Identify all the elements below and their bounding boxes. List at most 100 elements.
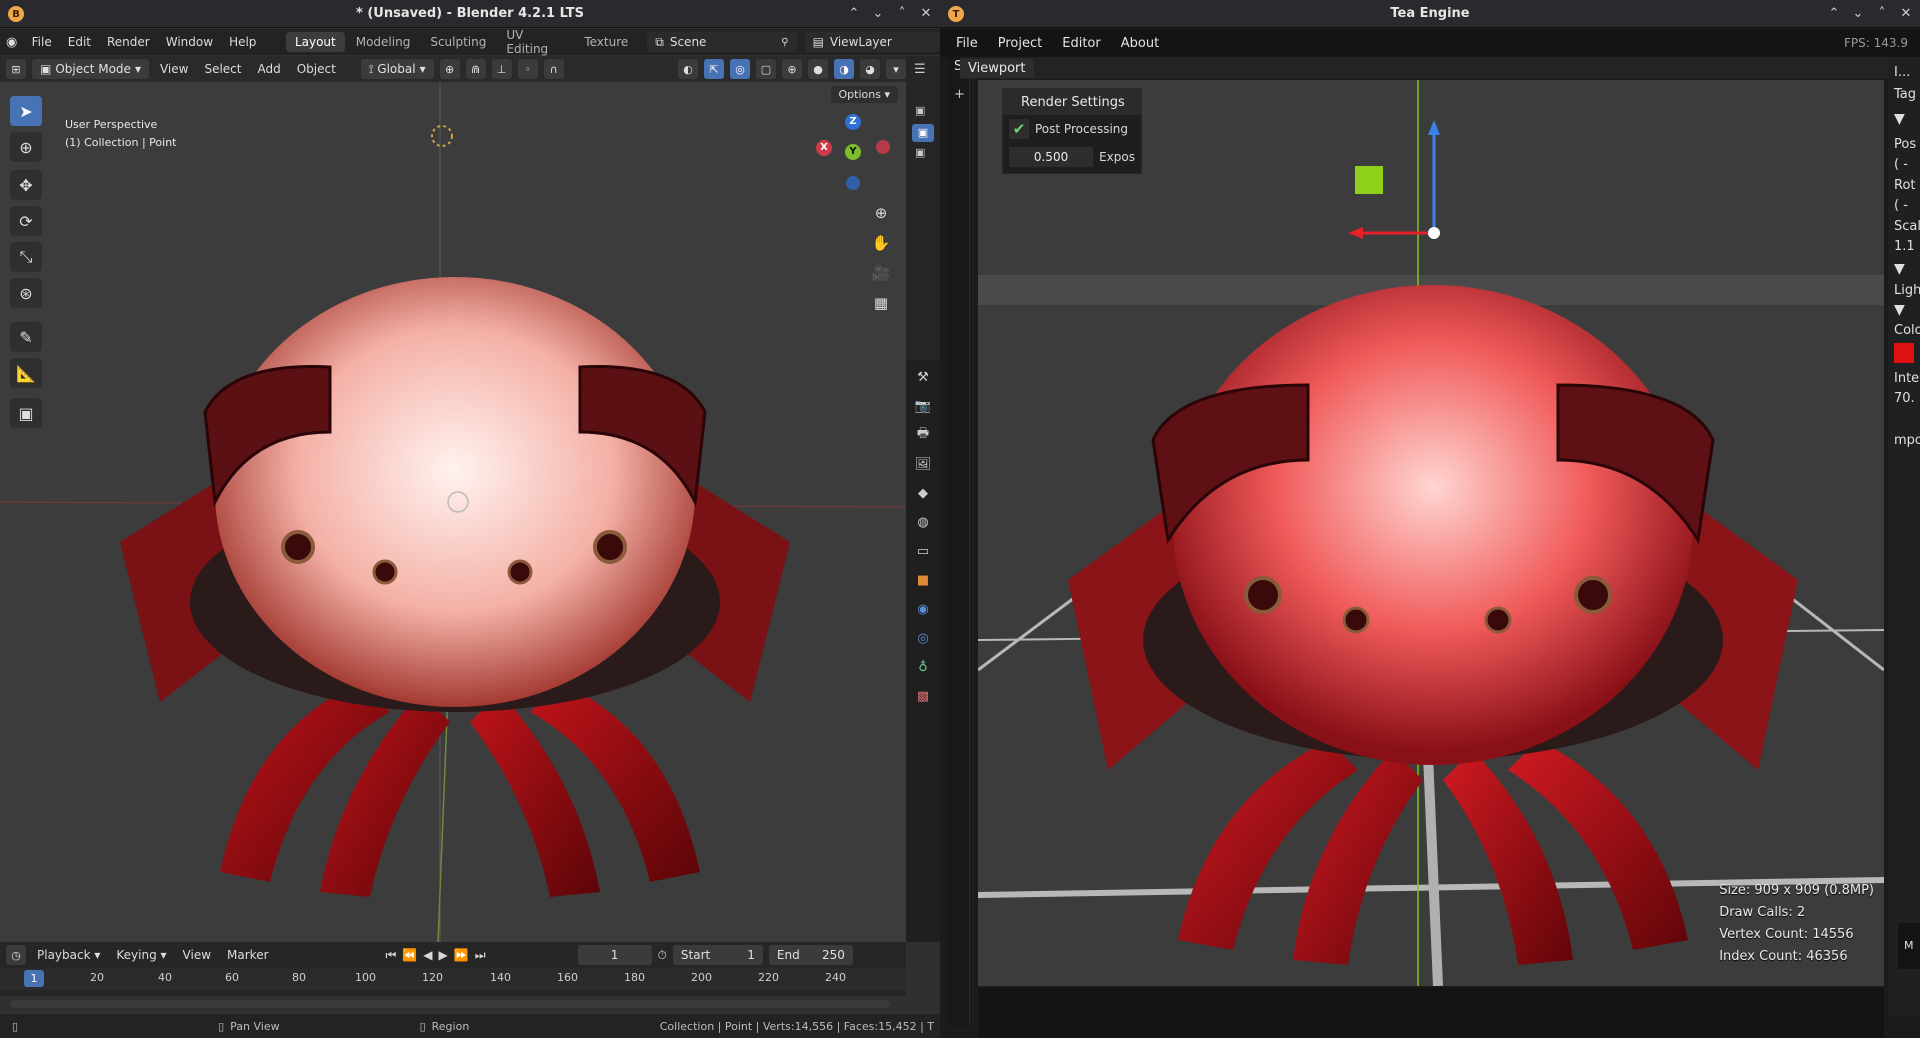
- exposure-input[interactable]: 0.500: [1009, 147, 1094, 167]
- intensity-value[interactable]: 70.: [1894, 391, 1915, 406]
- object-properties-icon[interactable]: ■: [912, 569, 934, 591]
- output-properties-icon[interactable]: 🖶: [912, 424, 934, 446]
- workspace-tab-texture[interactable]: Texture: [575, 32, 637, 52]
- tea-menu-about[interactable]: About: [1113, 33, 1167, 54]
- stopwatch-icon[interactable]: ⏱: [658, 948, 667, 963]
- camera-icon[interactable]: ▣: [915, 104, 925, 117]
- snap-icon[interactable]: ⋒: [465, 59, 486, 79]
- header-menu-object[interactable]: Object: [292, 60, 341, 78]
- light-color-swatch[interactable]: [1894, 343, 1914, 363]
- rendered-shading-icon[interactable]: ◕: [860, 59, 880, 79]
- start-frame-field[interactable]: Start 1: [672, 945, 763, 965]
- minimize-icon[interactable]: ⌄: [1850, 4, 1866, 22]
- snap-target-icon[interactable]: ⊥: [491, 59, 512, 79]
- close-icon[interactable]: ✕: [1898, 4, 1914, 22]
- jump-start-icon[interactable]: ⏮: [386, 948, 397, 963]
- camera-active-icon[interactable]: ▣: [912, 124, 934, 142]
- keep-above-icon[interactable]: ⌃: [1826, 4, 1842, 22]
- tool-add-cube[interactable]: ▣: [10, 398, 42, 428]
- position-value[interactable]: ( -: [1894, 157, 1908, 172]
- visibility-icon[interactable]: ◐: [678, 59, 698, 79]
- gizmo-toggle-icon[interactable]: ⇱: [704, 59, 724, 79]
- post-processing-checkbox[interactable]: ✔: [1009, 119, 1029, 139]
- next-key-icon[interactable]: ⏩: [454, 948, 469, 962]
- camera-icon[interactable]: ▣: [915, 146, 925, 159]
- world-properties-icon[interactable]: ◍: [912, 511, 934, 533]
- render-properties-icon[interactable]: 📷: [912, 395, 934, 417]
- minimize-icon[interactable]: ⌄: [870, 4, 886, 22]
- blender-menu-logo-icon[interactable]: ◉: [6, 35, 23, 50]
- xray-icon[interactable]: ▢: [756, 59, 776, 79]
- zoom-icon[interactable]: ⊕: [868, 200, 894, 226]
- tool-move[interactable]: ✥: [10, 170, 42, 200]
- workspace-tab-uv-editing[interactable]: UV Editing: [497, 25, 573, 59]
- options-dropdown[interactable]: Options ▾: [830, 86, 898, 103]
- tea-menu-project[interactable]: Project: [990, 33, 1050, 54]
- solid-shading-icon[interactable]: ●: [808, 59, 828, 79]
- view-layer-selector[interactable]: ▤ ViewLayer: [804, 32, 940, 52]
- timeline-menu-keying[interactable]: Keying ▾: [111, 946, 171, 964]
- tab-viewport[interactable]: Viewport: [960, 58, 1034, 78]
- workspace-tab-modeling[interactable]: Modeling: [347, 32, 420, 52]
- tea-viewport[interactable]: Render Settings ✔ Post Processing 0.500 …: [978, 80, 1884, 986]
- timeline-editor-icon[interactable]: ◷: [6, 945, 26, 965]
- current-frame-field[interactable]: 1: [577, 945, 652, 965]
- gizmo-neg-x[interactable]: [876, 140, 890, 154]
- tool-select-box[interactable]: ➤: [10, 96, 42, 126]
- modifier-properties-icon[interactable]: ◉: [912, 598, 934, 620]
- ortho-grid-icon[interactable]: ▦: [868, 290, 894, 316]
- workspace-tab-layout[interactable]: Layout: [285, 32, 345, 52]
- header-menu-select[interactable]: Select: [199, 60, 246, 78]
- texture-properties-icon[interactable]: ▩: [912, 685, 934, 707]
- maximize-icon[interactable]: ˄: [894, 4, 910, 22]
- editor-type-icon[interactable]: ⊞: [6, 59, 26, 79]
- menu-help[interactable]: Help: [222, 32, 263, 52]
- maximize-icon[interactable]: ˄: [1874, 4, 1890, 22]
- blender-3d-viewport[interactable]: ➤ ⊕ ✥ ⟳ ⤡ ⊛ ✎ 📐 ▣ User Perspective (1) C…: [0, 82, 906, 942]
- tool-annotate[interactable]: ✎: [10, 322, 42, 352]
- menu-render[interactable]: Render: [100, 32, 157, 52]
- collapse-arrow-icon[interactable]: ▼: [1894, 261, 1905, 277]
- mini-panel-button[interactable]: M: [1898, 923, 1920, 969]
- tea-menu-file[interactable]: File: [948, 33, 986, 54]
- end-frame-field[interactable]: End 250: [768, 945, 853, 965]
- orientation-dropdown[interactable]: ⟟ Global ▾: [360, 59, 434, 79]
- rotation-value[interactable]: ( -: [1894, 198, 1908, 213]
- overlay-toggle-icon[interactable]: ◎: [730, 59, 750, 79]
- scene-selector[interactable]: ⧉ Scene ⚲: [647, 32, 797, 52]
- falloff-icon[interactable]: ∩: [543, 59, 564, 79]
- menu-edit[interactable]: Edit: [61, 32, 98, 52]
- physics-properties-icon[interactable]: ◎: [912, 627, 934, 649]
- collapse-arrow-icon[interactable]: ▼: [1894, 302, 1905, 318]
- timeline-menu-marker[interactable]: Marker: [222, 946, 273, 964]
- add-icon[interactable]: +: [954, 87, 965, 102]
- timeline-menu-view[interactable]: View: [178, 946, 216, 964]
- camera-view-icon[interactable]: 🎥: [868, 260, 894, 286]
- keep-above-icon[interactable]: ⌃: [846, 4, 862, 22]
- scale-value[interactable]: 1.1: [1894, 239, 1915, 254]
- play-icon[interactable]: ▶: [439, 948, 448, 962]
- render-settings-title[interactable]: Render Settings: [1003, 89, 1141, 115]
- pin-icon[interactable]: ⚲: [781, 37, 788, 48]
- play-reverse-icon[interactable]: ◀: [423, 948, 432, 962]
- header-menu-view[interactable]: View: [155, 60, 193, 78]
- tea-menu-editor[interactable]: Editor: [1054, 33, 1108, 54]
- timeline-ruler[interactable]: 1 20 40 60 80 100 120 140 160 180 200 22…: [0, 968, 906, 990]
- menu-window[interactable]: Window: [159, 32, 220, 52]
- pivot-icon[interactable]: ⊕: [439, 59, 460, 79]
- timeline-menu-playback[interactable]: Playback ▾: [32, 946, 105, 964]
- menu-file[interactable]: File: [25, 32, 59, 52]
- shading-options-icon[interactable]: ▾: [886, 59, 906, 79]
- gizmo-x[interactable]: X: [816, 140, 832, 156]
- pan-hand-icon[interactable]: ✋: [868, 230, 894, 256]
- tool-rotate[interactable]: ⟳: [10, 206, 42, 236]
- gizmo-neg-z[interactable]: [846, 176, 860, 190]
- gizmo-y[interactable]: Y: [845, 144, 861, 160]
- outliner-filter-icon[interactable]: ☰: [914, 62, 926, 77]
- navigation-gizmo[interactable]: Z X Y: [810, 114, 890, 194]
- view-layer-properties-icon[interactable]: 🖼: [912, 453, 934, 475]
- tool-properties-icon[interactable]: ⚒: [912, 366, 934, 388]
- tool-cursor[interactable]: ⊕: [10, 132, 42, 162]
- tool-scale[interactable]: ⤡: [10, 242, 42, 272]
- proportional-edit-icon[interactable]: ◦: [517, 59, 538, 79]
